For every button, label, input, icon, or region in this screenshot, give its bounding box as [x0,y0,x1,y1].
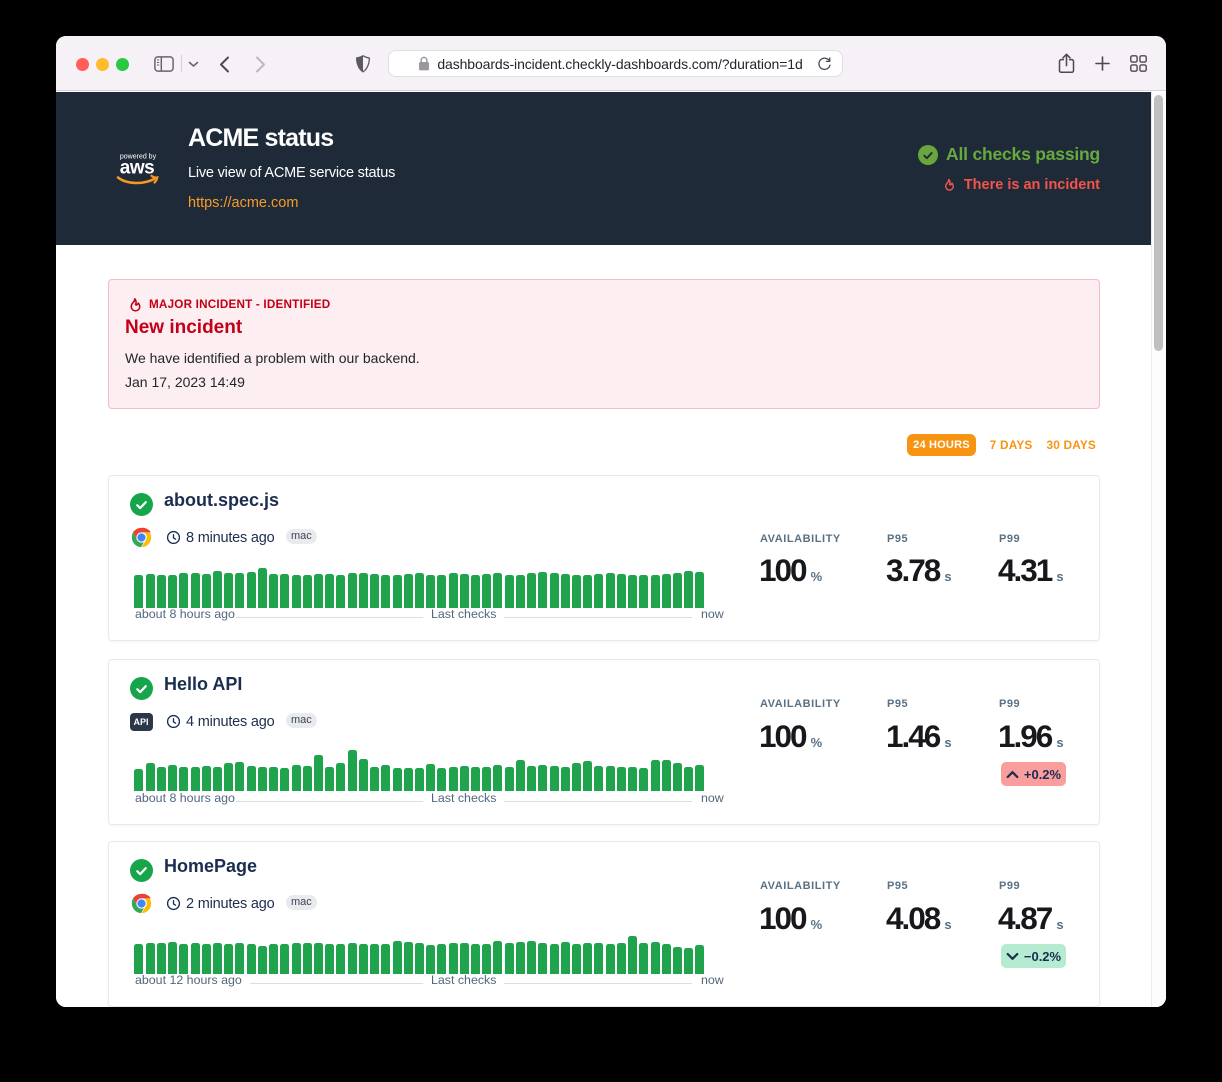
svg-text:aws: aws [120,158,154,179]
